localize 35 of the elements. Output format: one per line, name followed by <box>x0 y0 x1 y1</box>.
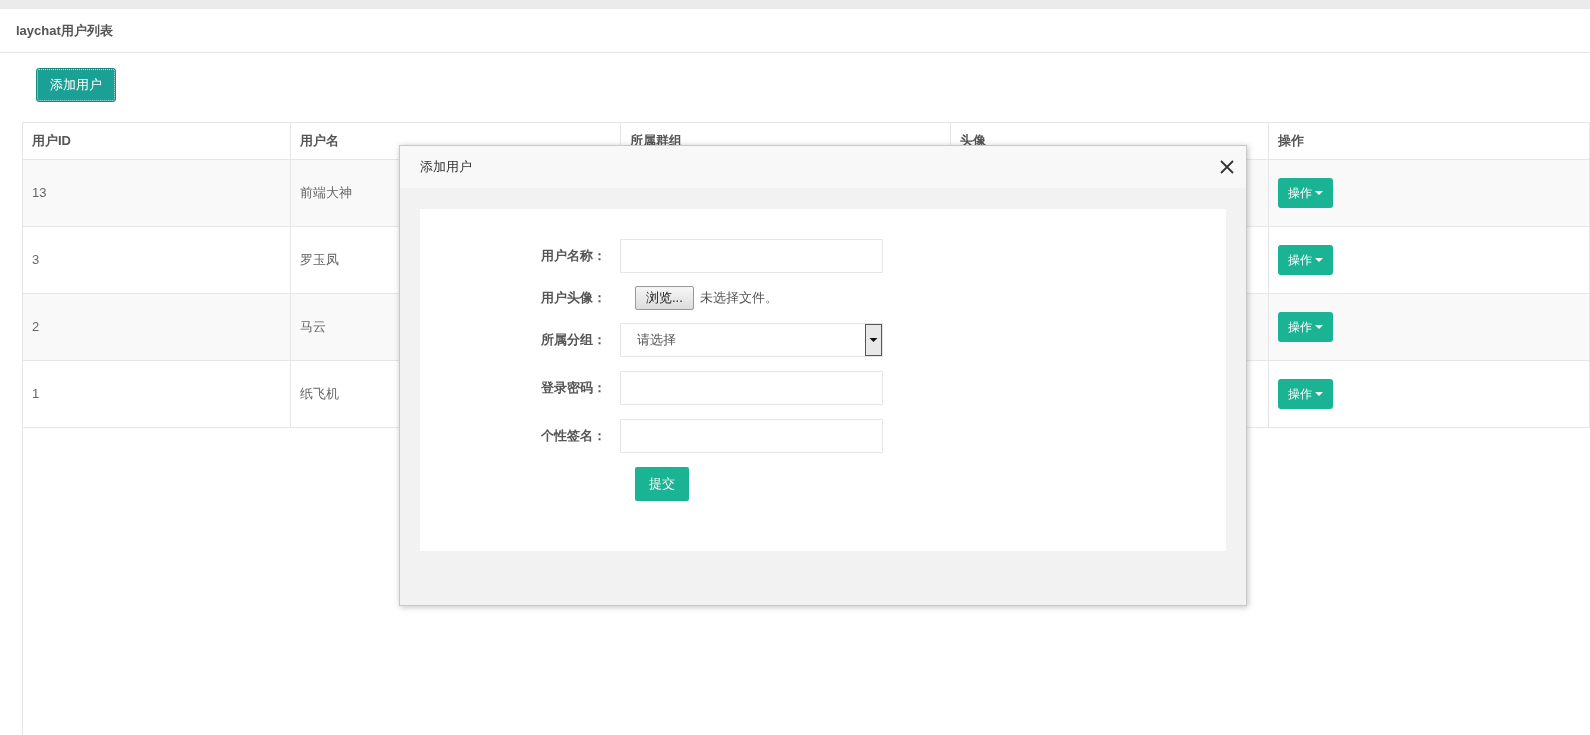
column-header: 用户ID <box>32 133 71 149</box>
table-cell: 罗玉凤 <box>300 252 339 268</box>
group-select[interactable]: 请选择 <box>620 323 883 357</box>
caret-icon <box>1315 392 1323 396</box>
panel-title: laychat用户列表 <box>16 21 113 40</box>
file-status: 未选择文件。 <box>699 289 778 308</box>
add-user-button[interactable]: 添加用户 <box>36 68 116 102</box>
field-label: 用户头像： <box>540 289 607 308</box>
caret-icon <box>1315 325 1323 329</box>
table-cell: 前端大神 <box>300 185 352 201</box>
table-cell: 纸飞机 <box>300 386 339 402</box>
caret-icon <box>1315 258 1323 262</box>
field-label: 个性签名： <box>540 427 607 446</box>
field-label: 用户名称： <box>540 247 607 266</box>
action-dropdown-button[interactable]: 操作 <box>1278 312 1333 342</box>
submit-button[interactable]: 提交 <box>635 467 689 501</box>
close-icon[interactable] <box>1220 160 1234 174</box>
caret-icon <box>1315 191 1323 195</box>
table-cell: 3 <box>32 252 40 268</box>
action-dropdown-button[interactable]: 操作 <box>1278 178 1333 208</box>
dialog-title: 添加用户 <box>420 158 472 177</box>
field-label: 所属分组： <box>540 331 607 350</box>
table-cell: 2 <box>32 319 40 335</box>
input-field[interactable] <box>620 239 883 273</box>
table-cell: 1 <box>32 386 40 402</box>
column-header: 用户名 <box>300 133 339 149</box>
action-dropdown-button[interactable]: 操作 <box>1278 379 1333 409</box>
action-dropdown-button[interactable]: 操作 <box>1278 245 1333 275</box>
input-field[interactable] <box>620 419 883 453</box>
browse-button[interactable]: 浏览... <box>635 286 694 310</box>
field-label: 登录密码： <box>540 379 607 398</box>
table-cell: 13 <box>32 185 47 201</box>
table-cell: 马云 <box>300 319 326 335</box>
password-field[interactable] <box>620 371 883 405</box>
column-header: 操作 <box>1278 133 1304 149</box>
